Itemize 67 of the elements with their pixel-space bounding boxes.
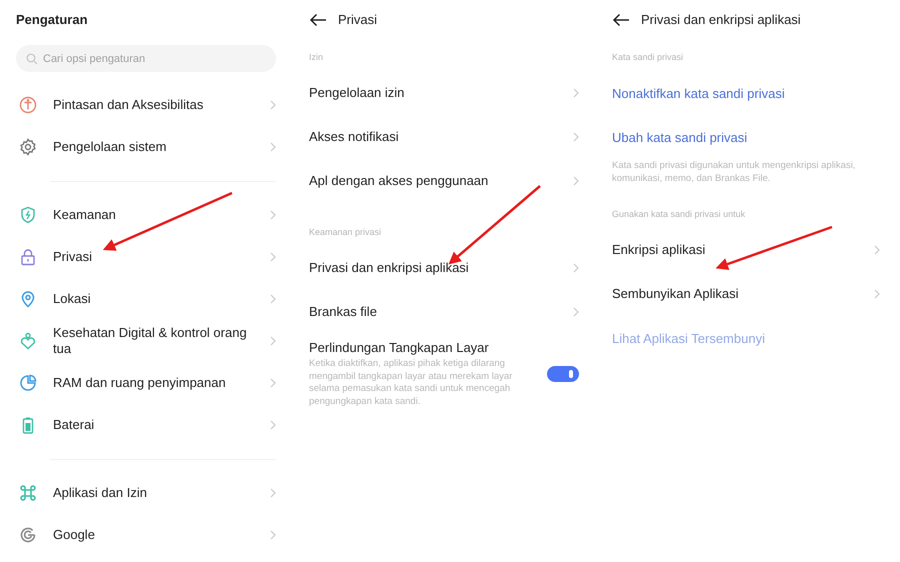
chevron-icon: [270, 142, 276, 152]
menu-item[interactable]: Pengelolaan izin: [309, 71, 579, 115]
section-label: Izin: [309, 51, 324, 64]
search-field[interactable]: Cari opsi pengaturan: [16, 45, 276, 72]
action-link[interactable]: Nonaktifkan kata sandi privasi: [612, 71, 880, 115]
item-description: Ketika diaktifkan, aplikasi pihak ketiga dilarang mengambil tangkapan layar atau merekam layar selama pemasukan kata sandi untuk mencegah pengungkapan kata sandi.: [309, 358, 514, 408]
menu-item[interactable]: Apl dengan akses penggunaan: [309, 159, 579, 203]
section-label: Kata sandi privasi: [612, 51, 684, 64]
chevron-icon: [270, 488, 276, 498]
toggle-switch[interactable]: [547, 366, 579, 382]
item-label: Keamanan: [53, 207, 117, 223]
item-label: Baterai: [53, 417, 96, 433]
menu-item[interactable]: Sembunyikan Aplikasi: [612, 272, 880, 316]
item-label: Apl dengan akses penggunaan: [309, 173, 488, 189]
menu-item[interactable]: Enkripsi aplikasi: [612, 228, 880, 272]
item-label: Perlindungan Tangkapan Layar: [309, 340, 490, 356]
chevron-icon: [573, 263, 579, 273]
settings-item[interactable]: Baterai: [16, 404, 276, 446]
settings-item[interactable]: Kesehatan Digital & kontrol orang tua: [16, 320, 276, 362]
item-label: Google: [53, 527, 96, 543]
item-label: RAM dan ruang penyimpanan: [53, 375, 227, 391]
chevron-icon: [270, 336, 276, 346]
settings-item[interactable]: Aplikasi dan Izin: [16, 472, 276, 514]
chevron-icon: [270, 530, 276, 540]
chevron-icon: [573, 88, 579, 98]
settings-item[interactable]: RAM dan ruang penyimpanan: [16, 362, 276, 404]
settings-item[interactable]: Google: [16, 514, 276, 556]
chevron-icon: [874, 245, 880, 255]
item-label: Pengelolaan sistem: [53, 139, 168, 155]
chevron-icon: [573, 307, 579, 317]
section-label: Gunakan kata sandi privasi untuk: [612, 208, 746, 221]
item-label: Aplikasi dan Izin: [53, 485, 148, 501]
back-arrow-icon[interactable]: [612, 13, 630, 27]
chevron-icon: [270, 294, 276, 304]
item-label: Akses notifikasi: [309, 129, 399, 145]
item-label: Privasi dan enkripsi aplikasi: [309, 260, 469, 276]
item-label: Pengelolaan izin: [309, 85, 404, 101]
item-label: Kesehatan Digital & kontrol orang tua: [53, 325, 248, 357]
screen-title: Privasi dan enkripsi aplikasi: [641, 12, 801, 28]
chevron-icon: [270, 252, 276, 262]
item-label: Sembunyikan Aplikasi: [612, 286, 738, 302]
chevron-icon: [270, 378, 276, 388]
chevron-icon: [270, 420, 276, 430]
chevron-icon: [270, 210, 276, 220]
chevron-icon: [874, 289, 880, 299]
settings-item[interactable]: Keamanan: [16, 194, 276, 236]
screen-title: Privasi: [338, 12, 378, 28]
item-label: Brankas file: [309, 304, 377, 320]
note-text: Kata sandi privasi digunakan untuk mengenkripsi aplikasi, komunikasi, memo, dan Brankas File.: [612, 160, 856, 185]
settings-item[interactable]: Pintasan dan Aksesibilitas: [16, 84, 276, 126]
menu-item[interactable]: Akses notifikasi: [309, 115, 579, 159]
menu-item[interactable]: Brankas file: [309, 290, 579, 334]
action-link[interactable]: Ubah kata sandi privasi: [612, 115, 880, 159]
chevron-icon: [573, 176, 579, 186]
item-label: Enkripsi aplikasi: [612, 242, 706, 258]
item-label: Privasi: [53, 249, 94, 265]
item-label: Lokasi: [53, 291, 92, 307]
chevron-icon: [573, 132, 579, 142]
settings-item[interactable]: Lokasi: [16, 278, 276, 320]
section-label: Keamanan privasi: [309, 226, 382, 239]
settings-item[interactable]: Pengelolaan sistem: [16, 126, 276, 168]
screen-title: Pengaturan: [16, 12, 89, 28]
settings-item[interactable]: Privasi: [16, 236, 276, 278]
back-arrow-icon[interactable]: [309, 13, 327, 27]
chevron-icon: [270, 100, 276, 110]
menu-item[interactable]: Privasi dan enkripsi aplikasi: [309, 246, 579, 290]
item-label: Pintasan dan Aksesibilitas: [53, 97, 204, 113]
